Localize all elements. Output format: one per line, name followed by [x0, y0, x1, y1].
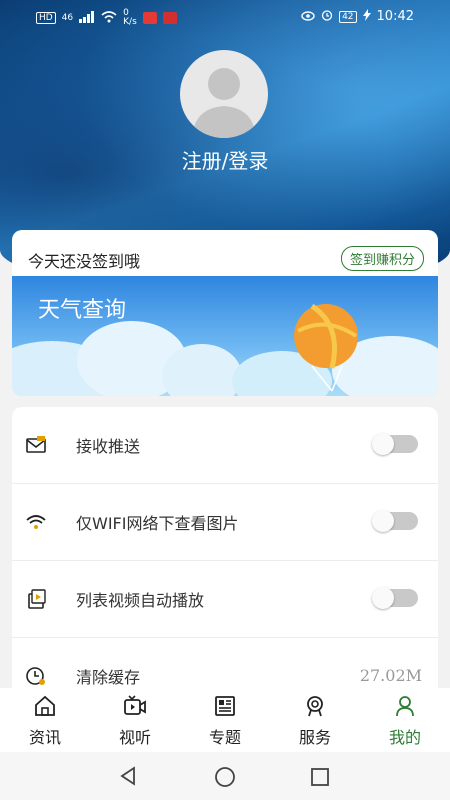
eye-icon [301, 10, 315, 24]
newspaper-icon [213, 694, 237, 718]
push-toggle[interactable] [372, 433, 418, 455]
status-left: HD 46 0 K/s [36, 9, 177, 27]
notification-app-icon [142, 12, 157, 24]
tab-video[interactable]: 视听 [90, 688, 180, 752]
setting-label: 清除缓存 [76, 668, 141, 687]
wifi-icon [24, 510, 48, 534]
signal-icon [79, 10, 95, 26]
hot-air-balloon [294, 304, 358, 368]
settings-row-autoplay[interactable]: 列表视频自动播放 [12, 561, 438, 637]
charging-icon [362, 9, 371, 24]
service-icon [303, 694, 327, 718]
checkin-button[interactable]: 签到赚积分 [340, 246, 424, 271]
clock-time: 10:42 [376, 9, 414, 24]
settings-row-push[interactable]: 接收推送 [12, 407, 438, 483]
system-nav-bar [0, 752, 450, 800]
tab-label: 我的 [388, 728, 421, 747]
setting-label: 列表视频自动播放 [76, 591, 205, 610]
tab-label: 服务 [298, 728, 331, 747]
envelope-icon [24, 433, 48, 457]
tab-services[interactable]: 服务 [270, 688, 360, 752]
settings-list: 接收推送 仅WIFI网络下查看图片 列表视频自动播放 清除缓存 27.02M [12, 407, 438, 697]
weather-banner[interactable]: 天气查询 天气查询 [12, 276, 438, 396]
tab-topics[interactable]: 专题 [180, 688, 270, 752]
avatar[interactable] [180, 50, 268, 138]
battery-icon: 42 [339, 10, 357, 23]
tab-label: 资讯 [28, 728, 61, 747]
cache-size-value: 27.02M [359, 666, 422, 685]
tab-mine[interactable]: 我的 [360, 688, 450, 752]
status-right: 42 10:42 [301, 9, 414, 24]
tab-news[interactable]: 资讯 [0, 688, 90, 752]
bottom-tab-bar: 资讯 视听 专题 服务 我的 [0, 688, 450, 752]
person-icon [393, 694, 417, 718]
hd-badge: HD [36, 12, 56, 24]
checkin-status-text: 今天还没签到哦 [28, 252, 141, 271]
default-avatar-icon [192, 68, 256, 138]
setting-label: 仅WIFI网络下查看图片 [76, 514, 239, 533]
back-icon[interactable] [118, 766, 138, 790]
login-link[interactable]: 注册/登录 [0, 145, 450, 174]
status-bar: HD 46 0 K/s 42 10:42 [0, 0, 450, 36]
checkin-card: 今天还没签到哦 签到赚积分 天气查询 天气查询 [12, 230, 438, 396]
settings-row-wifi[interactable]: 仅WIFI网络下查看图片 [12, 484, 438, 560]
weather-title-overlay: 天气查询 [38, 298, 127, 323]
tab-label: 视听 [118, 728, 151, 747]
alarm-icon [321, 9, 333, 24]
speed-label: 0 K/s [123, 8, 137, 27]
tab-label: 专题 [208, 728, 241, 747]
home-nav-icon[interactable] [214, 766, 236, 792]
video-icon [123, 694, 147, 718]
wifi-status-icon [101, 10, 117, 26]
video-play-icon [24, 587, 48, 611]
network-label: 46 [61, 13, 74, 23]
home-icon [33, 694, 57, 718]
autoplay-toggle[interactable] [372, 587, 418, 609]
wifi-toggle[interactable] [372, 510, 418, 532]
clear-cache-icon [24, 664, 48, 688]
setting-label: 接收推送 [76, 437, 141, 456]
recents-icon[interactable] [310, 767, 330, 791]
notification-app-icon-2 [162, 12, 177, 24]
